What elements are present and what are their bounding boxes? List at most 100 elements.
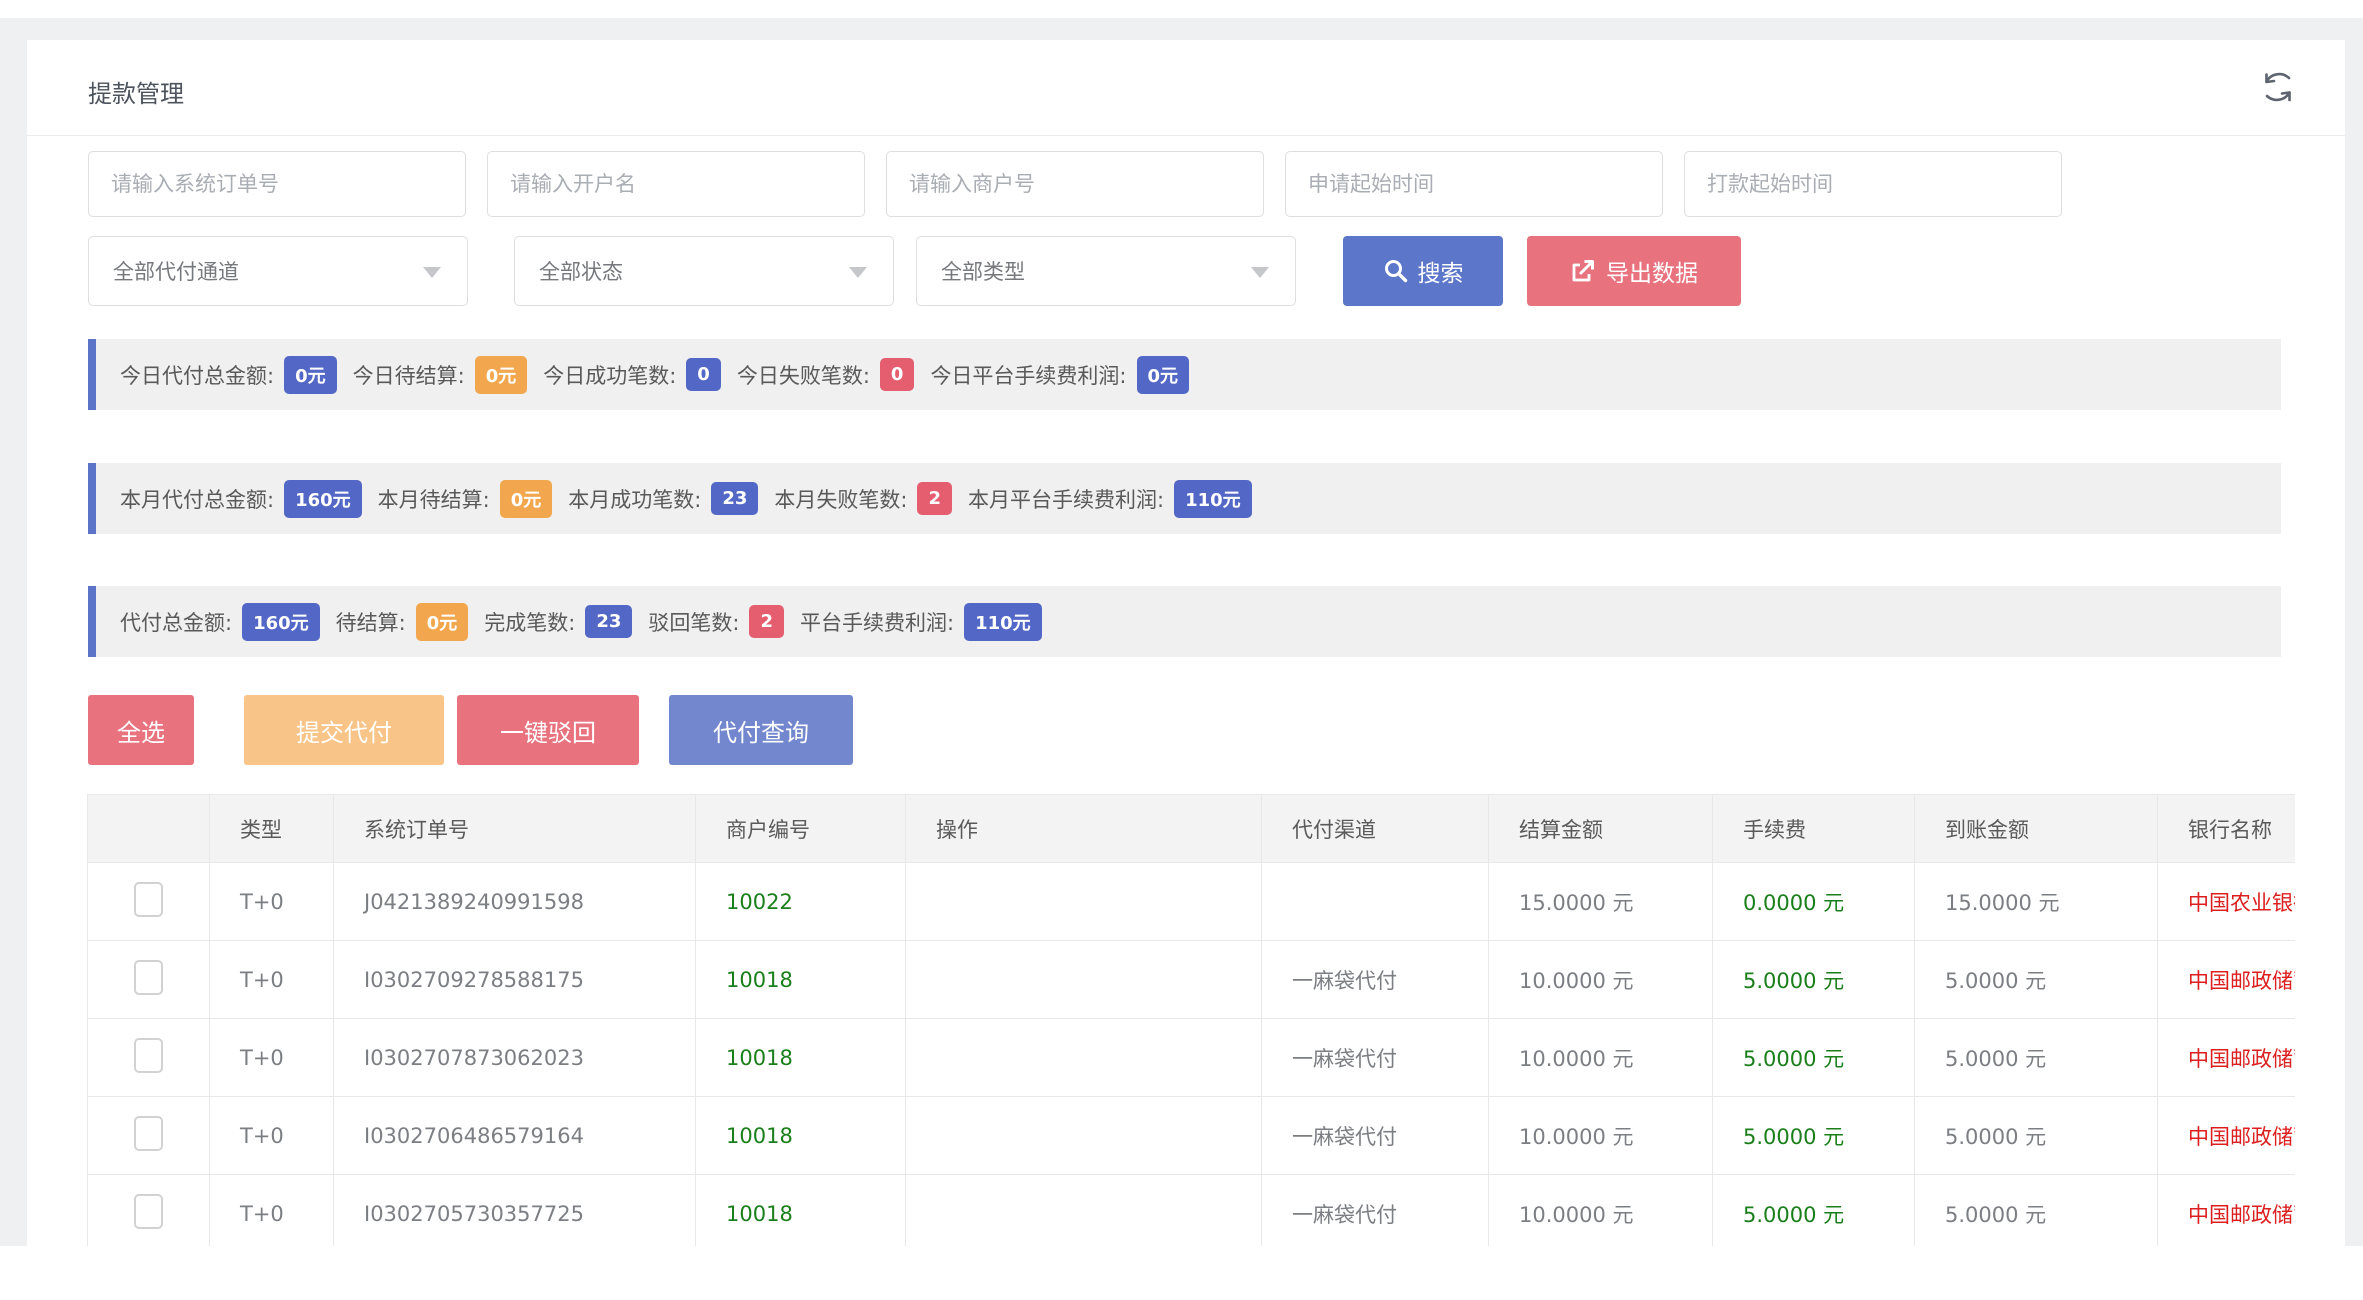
cell-action — [906, 863, 1262, 941]
cell-channel: 一麻袋代付 — [1262, 1175, 1489, 1247]
cell-settle-amount: 10.0000 元 — [1489, 1097, 1713, 1175]
cell-channel: 一麻袋代付 — [1262, 941, 1489, 1019]
header-cell-channel: 代付渠道 — [1262, 795, 1489, 863]
export-button-label: 导出数据 — [1606, 254, 1698, 288]
row-checkbox[interactable] — [134, 960, 163, 995]
filter-select-2[interactable]: 全部类型 — [916, 236, 1296, 306]
withdrawals-table: 类型系统订单号商户编号操作代付渠道结算金额手续费到账金额银行名称T+0J0421… — [87, 794, 2295, 1246]
search-button[interactable]: 搜索 — [1343, 236, 1503, 306]
stat-badge: 0元 — [500, 480, 553, 518]
filter-input-3[interactable] — [1285, 151, 1663, 217]
cell-action — [906, 1097, 1262, 1175]
stat-badge: 2 — [749, 605, 784, 638]
export-data-button[interactable]: 导出数据 — [1527, 236, 1741, 306]
cell-action — [906, 1175, 1262, 1247]
stat-label: 驳回笔数: — [648, 607, 739, 637]
select-all-button[interactable]: 全选 — [88, 695, 194, 765]
cell-checkbox — [88, 941, 210, 1019]
cell-type: T+0 — [210, 941, 334, 1019]
cell-merchant-no: 10018 — [696, 1175, 906, 1247]
row-checkbox[interactable] — [134, 1038, 163, 1073]
stat-badge: 23 — [711, 482, 758, 515]
stat-badge: 110元 — [964, 603, 1042, 641]
cell-channel — [1262, 863, 1489, 941]
row-checkbox[interactable] — [134, 1194, 163, 1229]
filter-input-0[interactable] — [88, 151, 466, 217]
header-cell-action: 操作 — [906, 795, 1262, 863]
search-icon — [1383, 258, 1409, 284]
stat-label: 今日待结算: — [353, 360, 465, 390]
chevron-down-icon — [423, 267, 441, 278]
stat-bar-total: 代付总金额:160元待结算:0元完成笔数:23驳回笔数:2平台手续费利润:110… — [88, 586, 2281, 657]
cell-fee: 5.0000 元 — [1713, 1019, 1915, 1097]
stat-label: 本月平台手续费利润: — [968, 484, 1164, 514]
stat-bar-today: 今日代付总金额:0元今日待结算:0元今日成功笔数:0今日失败笔数:0今日平台手续… — [88, 339, 2281, 410]
stat-badge: 23 — [585, 605, 632, 638]
cell-order-no: J0421389240991598 — [334, 863, 696, 941]
filter-input-4[interactable] — [1684, 151, 2062, 217]
filter-select-1[interactable]: 全部状态 — [514, 236, 894, 306]
stat-badge: 0元 — [284, 356, 337, 394]
chevron-down-icon — [1251, 267, 1269, 278]
page-title: 提款管理 — [88, 74, 184, 109]
refresh-icon[interactable] — [2255, 64, 2301, 110]
cell-bank: 中国农业银行 — [2158, 863, 2296, 941]
reject-all-button[interactable]: 一键驳回 — [457, 695, 639, 765]
cell-checkbox — [88, 1097, 210, 1175]
cell-fee: 5.0000 元 — [1713, 941, 1915, 1019]
stat-label: 完成笔数: — [484, 607, 575, 637]
stat-label: 本月待结算: — [378, 484, 490, 514]
cell-settle-amount: 10.0000 元 — [1489, 1175, 1713, 1247]
select-value: 全部类型 — [941, 256, 1025, 286]
stat-label: 今日平台手续费利润: — [930, 360, 1126, 390]
cell-bank: 中国邮政储蓄银行 — [2158, 1175, 2296, 1247]
filter-select-0[interactable]: 全部代付通道 — [88, 236, 468, 306]
stat-badge: 0 — [880, 358, 915, 391]
cell-arrive-amount: 5.0000 元 — [1915, 1019, 2158, 1097]
stat-label: 待结算: — [336, 607, 406, 637]
cell-checkbox — [88, 863, 210, 941]
cell-order-no: I0302706486579164 — [334, 1097, 696, 1175]
filter-inputs-row — [88, 151, 2062, 217]
filter-input-2[interactable] — [886, 151, 1264, 217]
table-row: T+0J04213892409915981002215.0000 元0.0000… — [88, 863, 2296, 941]
stat-badge: 2 — [917, 482, 952, 515]
stat-label: 今日失败笔数: — [737, 360, 870, 390]
header-cell-order-no: 系统订单号 — [334, 795, 696, 863]
withdraw-management-card: 提款管理 全部代付通道 全部状态 全部类型 搜索 — [27, 40, 2345, 1300]
cell-channel: 一麻袋代付 — [1262, 1019, 1489, 1097]
cell-channel: 一麻袋代付 — [1262, 1097, 1489, 1175]
stat-label: 本月成功笔数: — [568, 484, 701, 514]
header-cell-merchant-no: 商户编号 — [696, 795, 906, 863]
cell-settle-amount: 10.0000 元 — [1489, 941, 1713, 1019]
cell-checkbox — [88, 1019, 210, 1097]
payout-query-button[interactable]: 代付查询 — [669, 695, 853, 765]
cell-fee: 0.0000 元 — [1713, 863, 1915, 941]
header-cell-settle-amount: 结算金额 — [1489, 795, 1713, 863]
withdrawals-table-container: 类型系统订单号商户编号操作代付渠道结算金额手续费到账金额银行名称T+0J0421… — [87, 794, 2295, 1246]
table-row: T+0I030270787306202310018一麻袋代付10.0000 元5… — [88, 1019, 2296, 1097]
filter-controls-row: 全部代付通道 全部状态 全部类型 搜索 导出数据 — [88, 236, 1741, 306]
cell-fee: 5.0000 元 — [1713, 1097, 1915, 1175]
cell-type: T+0 — [210, 1097, 334, 1175]
row-checkbox[interactable] — [134, 882, 163, 917]
cell-action — [906, 1019, 1262, 1097]
filter-input-1[interactable] — [487, 151, 865, 217]
cell-type: T+0 — [210, 1175, 334, 1247]
search-button-label: 搜索 — [1418, 254, 1464, 288]
cell-fee: 5.0000 元 — [1713, 1175, 1915, 1247]
cell-arrive-amount: 15.0000 元 — [1915, 863, 2158, 941]
cell-settle-amount: 10.0000 元 — [1489, 1019, 1713, 1097]
stat-label: 代付总金额: — [120, 607, 232, 637]
card-header: 提款管理 — [27, 40, 2345, 136]
cell-bank: 中国邮政储蓄银行 — [2158, 1019, 2296, 1097]
cell-merchant-no: 10018 — [696, 941, 906, 1019]
submit-payout-button[interactable]: 提交代付 — [244, 695, 444, 765]
select-value: 全部状态 — [539, 256, 623, 286]
stat-badge: 110元 — [1174, 480, 1252, 518]
stat-badge: 160元 — [242, 603, 320, 641]
cell-merchant-no: 10022 — [696, 863, 906, 941]
select-value: 全部代付通道 — [113, 256, 239, 286]
row-checkbox[interactable] — [134, 1116, 163, 1151]
header-cell-type: 类型 — [210, 795, 334, 863]
